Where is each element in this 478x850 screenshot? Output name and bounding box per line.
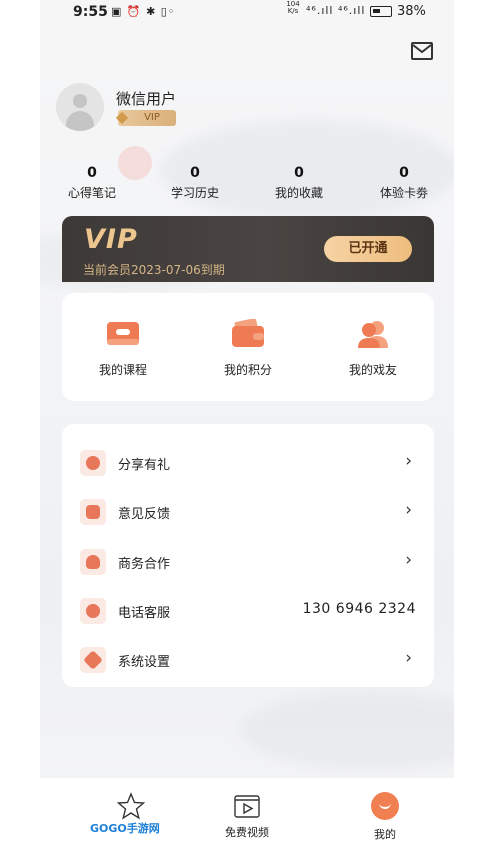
battery-percent: 38% <box>397 4 426 19</box>
background-mountain-decoration <box>240 690 454 770</box>
quick-action-courses[interactable]: 我的课程 <box>78 319 168 378</box>
status-bar: 9:55 ▣ ⏰ ✱ ▯◦ 104 K/s ⁴⁶.ıll ⁴⁶.ıll 38% <box>40 0 454 26</box>
mail-icon[interactable] <box>411 42 433 60</box>
menu-item-business[interactable]: 商务合作 › <box>62 540 434 580</box>
vip-logo: VIP <box>84 224 138 255</box>
menu-item-share[interactable]: 分享有礼 › <box>62 441 434 481</box>
stat-label: 我的收藏 <box>274 186 323 200</box>
gear-icon <box>80 647 106 673</box>
network-speed: 104 K/s <box>286 0 300 15</box>
menu-item-settings[interactable]: 系统设置 › <box>62 638 434 678</box>
bottom-tab-bar: 免费视频 我的 <box>40 778 454 850</box>
stat-count: 0 <box>399 165 409 181</box>
avatar-head-shape <box>73 94 87 108</box>
quick-action-label: 我的积分 <box>223 363 272 377</box>
menu-item-label: 系统设置 <box>118 655 171 670</box>
customer-service-phone[interactable]: 130 6946 2324 <box>303 601 416 617</box>
settings-menu-card: 分享有礼 › 意见反馈 › 商务合作 › 电话客服 130 6946 2324 … <box>62 424 434 687</box>
notification-icons: ▣ ⏰ ✱ ▯◦ <box>111 5 176 18</box>
quick-action-label: 我的戏友 <box>348 363 397 377</box>
vip-badge-label: VIP <box>144 112 160 123</box>
vip-diamond-icon: ◆ <box>115 107 129 126</box>
customer-service-icon <box>80 598 106 624</box>
vip-status-button[interactable]: 已开通 <box>324 236 412 262</box>
vip-expire-text: 当前会员2023-07-06到期 <box>83 263 225 277</box>
signal-icon: ⁴⁶.ıll ⁴⁶.ıll <box>306 4 366 17</box>
chevron-right-icon: › <box>405 550 412 570</box>
vip-card[interactable]: VIP 当前会员2023-07-06到期 已开通 <box>62 216 434 282</box>
tab-free-video[interactable]: 免费视频 <box>202 792 292 840</box>
chevron-right-icon: › <box>405 648 412 668</box>
tab-mine[interactable]: 我的 <box>340 792 430 842</box>
stat-label: 心得笔记 <box>67 186 116 200</box>
share-icon <box>80 450 106 476</box>
tab-label: 免费视频 <box>225 826 269 839</box>
watermark-logo: GOGO手游网 <box>90 822 160 835</box>
friends-icon <box>356 319 390 349</box>
stat-label: 体验卡劵 <box>379 186 428 200</box>
vip-badge: ◆ VIP <box>116 108 176 126</box>
status-time: 9:55 <box>73 4 108 20</box>
avatar-body-shape <box>66 111 94 131</box>
menu-item-feedback[interactable]: 意见反馈 › <box>62 490 434 530</box>
video-icon <box>234 795 260 818</box>
handshake-heart-icon <box>80 549 106 575</box>
stat-notes[interactable]: 0 心得笔记 <box>52 164 132 201</box>
stat-count: 0 <box>87 165 97 181</box>
stat-count: 0 <box>190 165 200 181</box>
quick-actions-card: 我的课程 我的积分 我的戏友 <box>62 293 434 401</box>
feedback-icon <box>80 499 106 525</box>
stat-history[interactable]: 0 学习历史 <box>155 164 235 201</box>
stat-label: 学习历史 <box>170 186 219 200</box>
menu-item-label: 分享有礼 <box>118 458 171 473</box>
stat-favorites[interactable]: 0 我的收藏 <box>259 164 339 201</box>
menu-item-customer-service[interactable]: 电话客服 130 6946 2324 <box>62 589 434 629</box>
battery-icon <box>370 6 392 17</box>
wallet-icon <box>231 318 265 349</box>
stats-row: 0 心得笔记 0 学习历史 0 我的收藏 0 体验卡劵 <box>40 164 454 204</box>
menu-item-label: 电话客服 <box>118 606 171 621</box>
username: 微信用户 <box>116 90 177 108</box>
chevron-right-icon: › <box>405 500 412 520</box>
star-icon <box>117 792 145 820</box>
stat-trial-cards[interactable]: 0 体验卡劵 <box>364 164 444 201</box>
course-card-icon <box>106 319 140 349</box>
quick-action-label: 我的课程 <box>98 363 147 377</box>
menu-item-label: 商务合作 <box>118 557 171 572</box>
chevron-right-icon: › <box>405 451 412 471</box>
menu-item-label: 意见反馈 <box>118 507 171 522</box>
stat-count: 0 <box>294 165 304 181</box>
quick-action-points[interactable]: 我的积分 <box>203 318 293 378</box>
smile-icon <box>371 792 399 820</box>
tab-label: 我的 <box>374 828 396 841</box>
app-screen: 9:55 ▣ ⏰ ✱ ▯◦ 104 K/s ⁴⁶.ıll ⁴⁶.ıll 38% … <box>40 0 454 850</box>
quick-action-friends[interactable]: 我的戏友 <box>328 319 418 378</box>
avatar[interactable] <box>56 83 104 131</box>
